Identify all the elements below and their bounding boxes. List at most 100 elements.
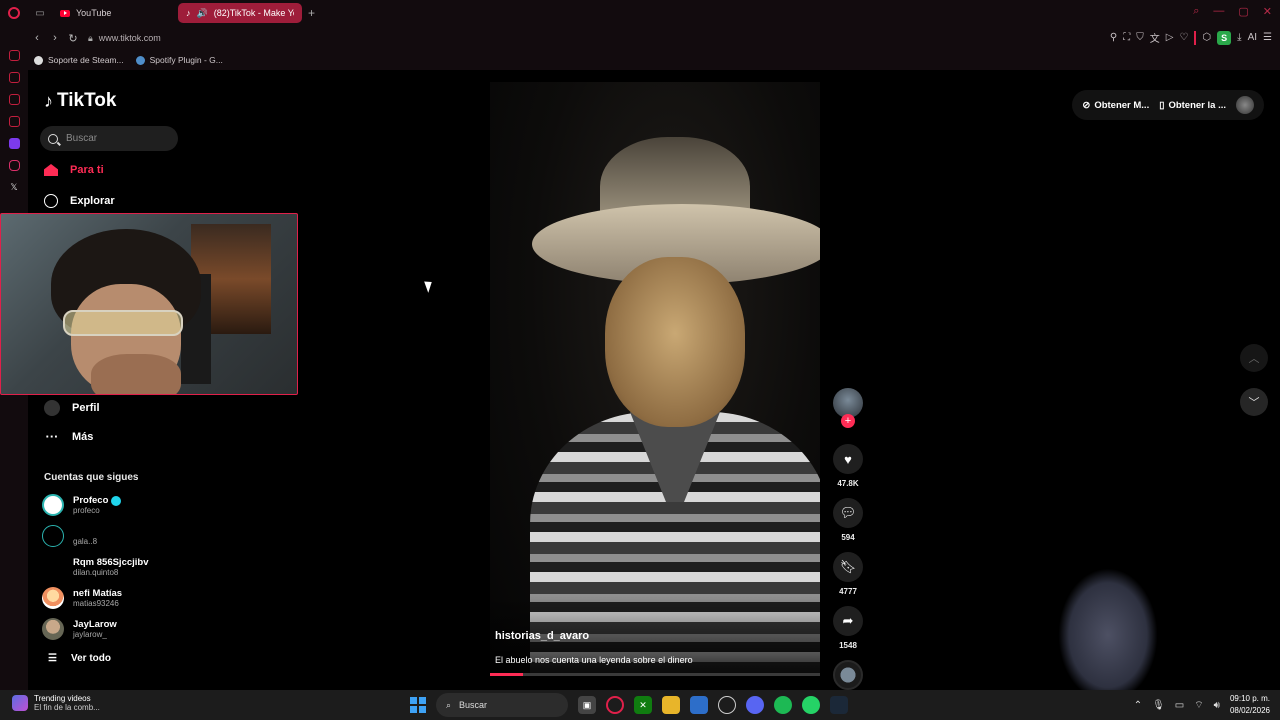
network-icon[interactable]: ▭ bbox=[1175, 700, 1184, 711]
bookmark-label: Spotify Plugin - G... bbox=[149, 55, 223, 65]
share-arrow-icon: ➦ bbox=[842, 613, 854, 628]
creator-avatar[interactable]: + bbox=[833, 388, 863, 428]
widget-trending[interactable]: Trending videos El fin de la comb... bbox=[12, 694, 100, 712]
user-avatar[interactable] bbox=[1236, 96, 1254, 114]
video-player[interactable] bbox=[490, 82, 820, 676]
reload-button[interactable]: ↻ bbox=[64, 32, 82, 45]
follow-plus-icon[interactable]: + bbox=[841, 414, 855, 428]
clock-date: 08/02/2026 bbox=[1229, 706, 1270, 715]
video-author[interactable]: historias_d_avaro bbox=[495, 630, 589, 642]
previous-video-button[interactable]: ︿ bbox=[1240, 344, 1268, 372]
player-icon[interactable] bbox=[8, 72, 20, 83]
microphone-icon[interactable]: 🎙︎ bbox=[1152, 700, 1165, 711]
nav-label: Explorar bbox=[70, 195, 115, 207]
extensions-icon[interactable]: ⬡ bbox=[1202, 32, 1211, 43]
youtube-icon bbox=[60, 9, 70, 17]
following-account[interactable]: JayLarow jaylarow_ bbox=[42, 618, 117, 640]
messenger-icon[interactable] bbox=[8, 94, 20, 105]
following-account[interactable]: Profeco profeco bbox=[42, 494, 122, 516]
nav-more[interactable]: ··· Más bbox=[44, 429, 94, 444]
toolbar-divider bbox=[1194, 30, 1197, 45]
discord-icon[interactable] bbox=[746, 696, 764, 714]
url-field[interactable]: www.tiktok.com bbox=[99, 33, 161, 43]
close-button[interactable]: ✕ bbox=[1263, 5, 1272, 18]
xbox-icon[interactable]: ✕ bbox=[634, 696, 652, 714]
store-icon[interactable] bbox=[690, 696, 708, 714]
see-all-button[interactable]: ☰ Ver todo bbox=[48, 653, 111, 664]
music-disc-icon[interactable] bbox=[833, 660, 863, 690]
following-account[interactable]: gala..8 bbox=[42, 525, 97, 547]
search-tabs-icon[interactable]: ⌕ bbox=[1193, 5, 1199, 18]
volume-icon[interactable]: 🔊︎ bbox=[1214, 700, 1220, 711]
heart-icon: ♥ bbox=[844, 451, 852, 467]
taskbar-search[interactable]: ⌕ Buscar bbox=[436, 693, 568, 717]
download-icon[interactable]: ⤓ bbox=[1237, 32, 1241, 43]
new-tab-button[interactable]: + bbox=[308, 6, 315, 20]
back-button[interactable]: ‹ bbox=[28, 32, 46, 44]
menu-icon[interactable]: ☰ bbox=[1263, 32, 1272, 43]
get-app-button[interactable]: ▯ Obtener la ... bbox=[1159, 100, 1226, 111]
next-video-button[interactable]: ﹀ bbox=[1240, 388, 1268, 416]
aria-icon[interactable] bbox=[8, 50, 20, 61]
windows-taskbar: Trending videos El fin de la comb... ⌕ B… bbox=[0, 690, 1280, 720]
x-icon[interactable]: 𝕏 bbox=[9, 182, 20, 193]
extension-s-icon[interactable]: S bbox=[1217, 30, 1232, 45]
heart-icon[interactable]: ♡ bbox=[1179, 32, 1188, 43]
nav-explore[interactable]: Explorar bbox=[44, 194, 115, 208]
tab-youtube[interactable]: YouTube bbox=[52, 3, 178, 23]
taskbar-clock[interactable]: 09:10 p. m. 08/02/2026 bbox=[1230, 693, 1270, 717]
search-input[interactable]: Buscar bbox=[40, 126, 178, 151]
comment-button[interactable]: 💬︎ bbox=[833, 498, 863, 528]
opera-gx-icon[interactable] bbox=[606, 696, 624, 714]
system-tray: ⌃ 🎙︎ ▭ ⌔ 🔊︎ 09:10 p. m. 08/02/2026 bbox=[1134, 693, 1270, 717]
twitter-feed-icon[interactable] bbox=[8, 116, 20, 127]
maximize-button[interactable]: ▢ bbox=[1238, 5, 1248, 18]
bookmarks-bar: Soporte de Steam... Spotify Plugin - G..… bbox=[28, 50, 1280, 70]
lock-icon[interactable]: 🔒︎ bbox=[88, 33, 93, 44]
nav-for-you[interactable]: Para ti bbox=[44, 164, 104, 176]
save-count: 4777 bbox=[839, 587, 857, 596]
instagram-icon[interactable] bbox=[8, 160, 20, 171]
whatsapp-icon[interactable] bbox=[802, 696, 820, 714]
pin-icon[interactable]: ⚲ bbox=[1110, 32, 1117, 43]
wifi-icon[interactable]: ⌔ bbox=[1194, 699, 1203, 712]
file-explorer-icon[interactable] bbox=[662, 696, 680, 714]
workspaces-icon[interactable]: ▭ bbox=[28, 8, 52, 19]
snapshot-icon[interactable]: ⛶ bbox=[1123, 32, 1130, 43]
following-account[interactable]: nefi Matías matias93246 bbox=[42, 587, 122, 609]
steam-icon[interactable] bbox=[830, 696, 848, 714]
share-button[interactable]: ➦ bbox=[833, 606, 863, 636]
taskbar-apps: ⌕ Buscar ▣ ✕ bbox=[410, 693, 848, 717]
play-icon[interactable]: ▷ bbox=[1166, 32, 1174, 43]
following-account[interactable]: Rqm 856Sjccjibv dilan.quinto8 bbox=[42, 556, 149, 578]
widget-title: Trending videos bbox=[34, 694, 91, 703]
bookmark-steam[interactable]: Soporte de Steam... bbox=[34, 55, 124, 65]
nav-label: Perfil bbox=[72, 402, 100, 414]
steam-tray-icon[interactable] bbox=[718, 696, 736, 714]
forward-button[interactable]: › bbox=[46, 32, 64, 44]
video-progress-bar[interactable] bbox=[490, 673, 820, 676]
tab-tiktok[interactable]: ♪ 🔊 (82)TikTok - Make You bbox=[178, 3, 302, 23]
shield-icon[interactable]: ⛉ bbox=[1136, 32, 1144, 43]
bookmark-spotify-plugin[interactable]: Spotify Plugin - G... bbox=[135, 55, 223, 65]
task-view-icon[interactable]: ▣ bbox=[578, 696, 596, 714]
save-button[interactable]: 🔖︎ bbox=[833, 552, 863, 582]
start-windows-icon[interactable] bbox=[410, 697, 426, 713]
translate-icon[interactable]: 文 bbox=[1150, 30, 1160, 45]
window-controls: ⌕ — ▢ ✕ bbox=[1193, 5, 1272, 18]
like-button[interactable]: ♥ bbox=[833, 444, 863, 474]
nav-profile[interactable]: Perfil bbox=[44, 400, 100, 416]
get-coins-button[interactable]: ⊘ Obtener M... bbox=[1082, 100, 1149, 111]
profile-avatar-icon bbox=[44, 400, 60, 416]
ai-icon[interactable]: AI bbox=[1248, 32, 1257, 43]
chevron-up-icon[interactable]: ⌃ bbox=[1134, 700, 1142, 711]
tiktok-logo[interactable]: ♪ TikTok bbox=[44, 90, 116, 112]
video-description: El abuelo nos cuenta una leyenda sobre e… bbox=[495, 655, 693, 665]
tiktok-page: ♪ TikTok Buscar Para ti Explorar Perfil … bbox=[0, 70, 1280, 690]
opera-logo-icon[interactable] bbox=[0, 0, 28, 26]
speaker-icon[interactable]: 🔊 bbox=[197, 8, 208, 19]
spotify-icon[interactable] bbox=[774, 696, 792, 714]
twitch-icon[interactable] bbox=[8, 138, 20, 149]
minimize-button[interactable]: — bbox=[1213, 5, 1224, 18]
video-action-rail: + ♥ 47.8K 💬︎ 594 🔖︎ 4777 ➦ 1548 bbox=[830, 388, 866, 690]
